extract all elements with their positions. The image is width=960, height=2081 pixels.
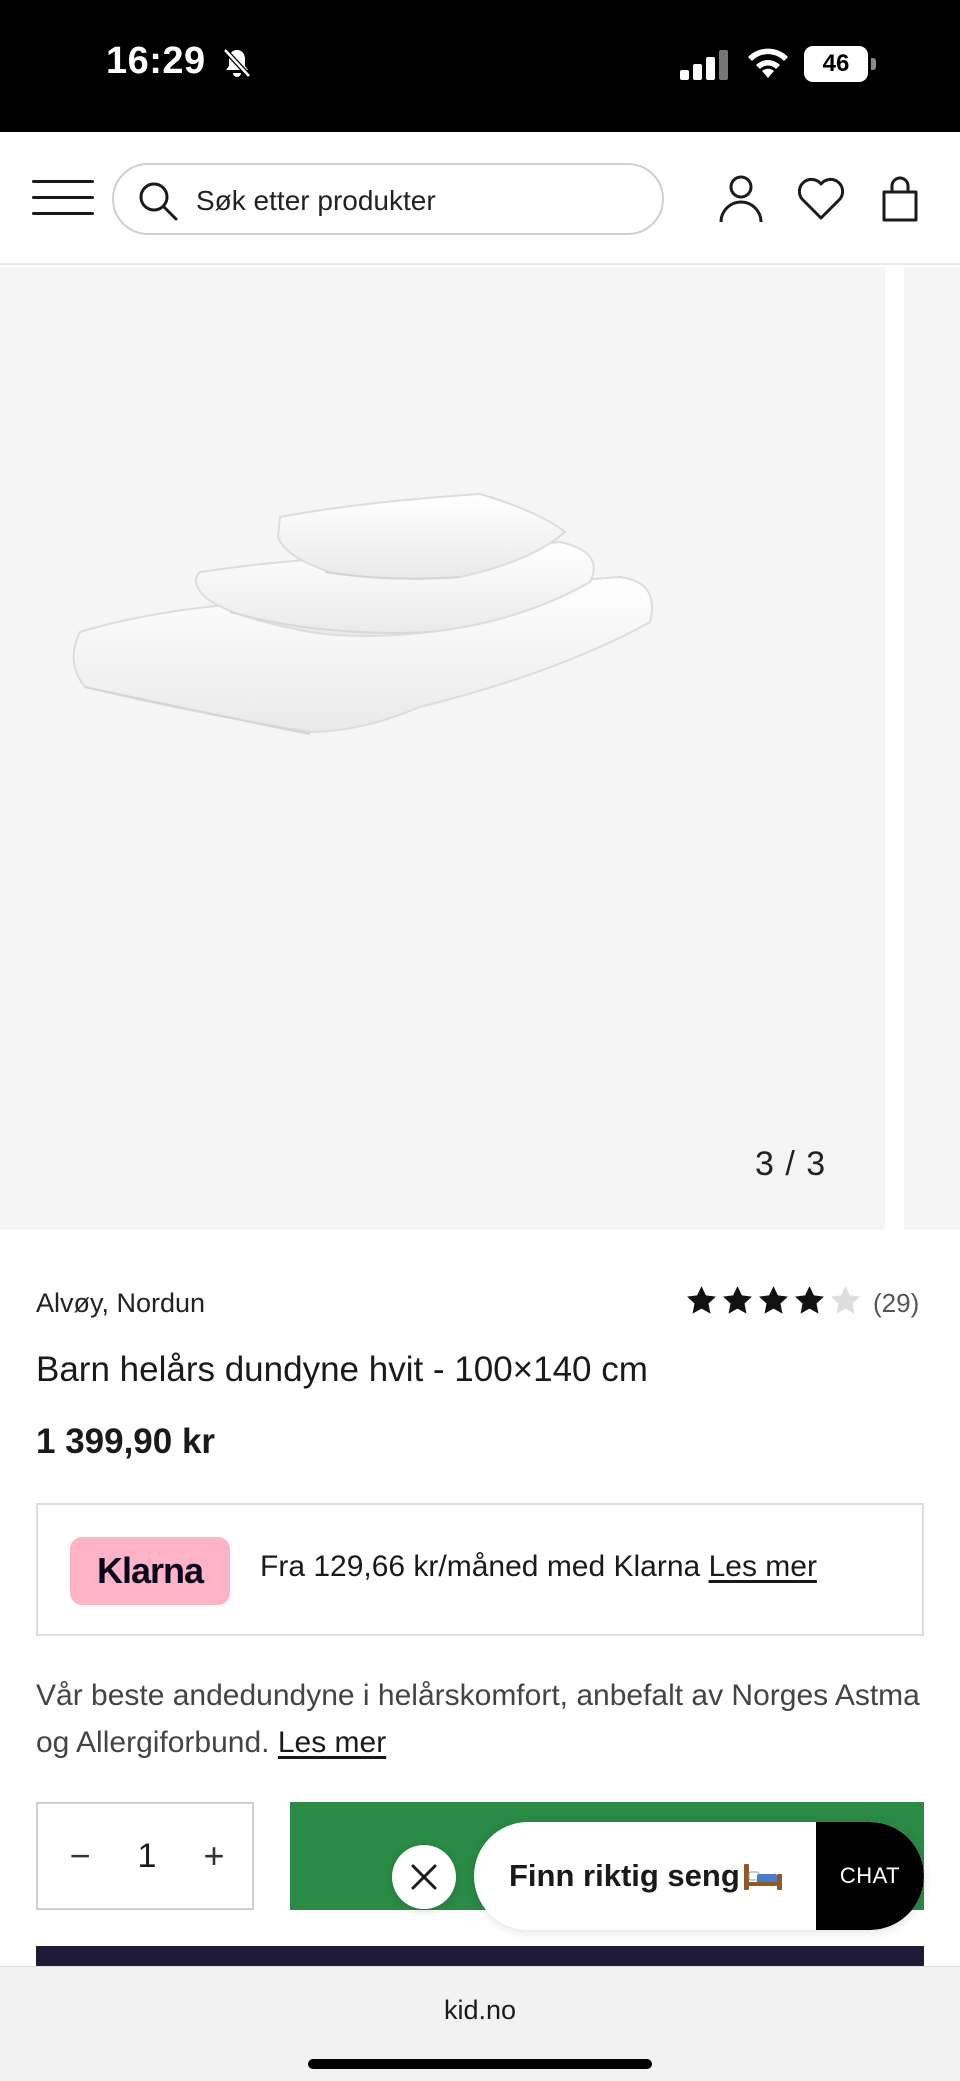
quantity-increase-button[interactable]: + <box>194 1834 234 1878</box>
heart-icon[interactable] <box>796 176 846 222</box>
gallery-next-slide[interactable] <box>904 267 960 1230</box>
bell-off-icon <box>223 48 251 78</box>
product-gallery[interactable]: 3 / 3 <box>0 267 960 1230</box>
review-count: (29) <box>873 1288 920 1318</box>
chat-prompt-label[interactable]: Finn riktig seng <box>509 1858 740 1894</box>
product-title: Barn helårs dundyne hvit - 100×140 cm <box>36 1350 648 1389</box>
product-image-duvet <box>72 492 653 735</box>
status-bar: 16:29 46 <box>0 0 960 132</box>
product-price: 1 399,90 kr <box>36 1422 216 1461</box>
star-empty-icon <box>831 1286 860 1314</box>
browser-url[interactable]: kid.no <box>0 1995 960 2026</box>
star-filled-icon <box>795 1286 824 1314</box>
star-filled-icon <box>759 1286 788 1314</box>
battery-icon: 46 <box>804 46 876 82</box>
search-input[interactable]: Søk etter produkter <box>112 163 664 235</box>
search-icon <box>139 182 178 221</box>
search-placeholder: Søk etter produkter <box>196 185 436 216</box>
klarna-logo: Klarna <box>70 1537 230 1605</box>
description-read-more-link[interactable]: Les mer <box>278 1726 386 1759</box>
cellular-signal-icon <box>680 50 728 80</box>
product-description: Vår beste andedundyne i helårskomfort, a… <box>36 1672 924 1766</box>
rating-stars <box>685 1284 862 1320</box>
product-rating[interactable]: (29) <box>685 1284 925 1320</box>
description-text: Vår beste andedundyne i helårskomfort, a… <box>36 1679 920 1759</box>
home-indicator[interactable] <box>308 2059 652 2069</box>
quantity-value[interactable]: 1 <box>118 1834 176 1878</box>
chat-close-button[interactable] <box>392 1845 456 1909</box>
battery-level: 46 <box>804 46 868 82</box>
klarna-read-more-link[interactable]: Les mer <box>709 1550 817 1583</box>
chat-widget[interactable]: Finn riktig seng CHAT <box>474 1822 924 1930</box>
wifi-icon <box>748 48 788 78</box>
klarna-offer-text: Fra 129,66 kr/måned med Klarna <box>260 1550 701 1583</box>
star-filled-icon <box>687 1286 716 1314</box>
shopping-bag-icon[interactable] <box>880 174 920 224</box>
klarna-financing-box: Klarna Fra 129,66 kr/måned med Klarna Le… <box>36 1503 924 1636</box>
browser-address-bar[interactable]: kid.no <box>0 1966 960 2081</box>
secondary-action-bar[interactable] <box>36 1946 924 1966</box>
star-filled-icon <box>723 1286 752 1314</box>
product-brand[interactable]: Alvøy, Nordun <box>36 1288 205 1319</box>
chat-button[interactable]: CHAT <box>816 1822 924 1930</box>
bed-icon <box>744 1864 782 1890</box>
quantity-stepper: − 1 + <box>36 1802 254 1910</box>
gallery-counter: 3 / 3 <box>755 1145 827 1183</box>
close-icon <box>411 1864 437 1890</box>
account-icon[interactable] <box>718 174 764 224</box>
status-time: 16:29 <box>106 40 206 82</box>
hamburger-menu-icon[interactable] <box>32 178 94 218</box>
quantity-decrease-button[interactable]: − <box>60 1834 100 1878</box>
klarna-text: Fra 129,66 kr/måned med Klarna Les mer <box>260 1550 817 1584</box>
site-header: Søk etter produkter <box>0 132 960 265</box>
gallery-slide[interactable]: 3 / 3 <box>0 267 885 1230</box>
